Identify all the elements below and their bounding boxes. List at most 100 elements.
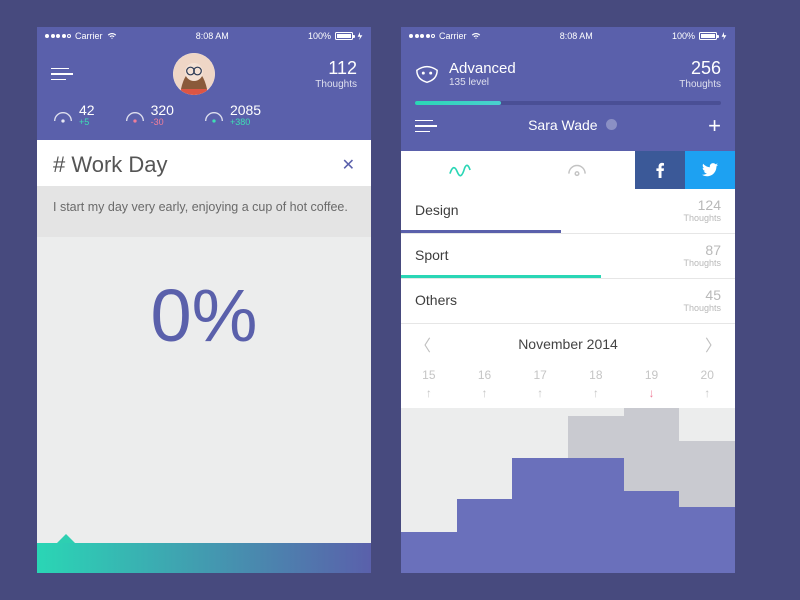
battery-pct: 100%: [308, 31, 331, 41]
day-number: 15: [422, 368, 435, 382]
category-name: Others: [415, 292, 457, 308]
avatar[interactable]: [173, 53, 215, 95]
stats-row: 42+5 320-30 2085+380: [51, 97, 357, 130]
add-button[interactable]: +: [708, 113, 721, 139]
clock: 8:08 AM: [560, 31, 593, 41]
charging-icon: [721, 32, 727, 40]
category-count: 124Thoughts: [683, 197, 721, 223]
thoughts-counter: 256 Thoughts: [679, 58, 721, 90]
thoughts-label: Thoughts: [315, 79, 357, 90]
arrow-up-icon: ↑: [512, 386, 568, 400]
day-number: 19: [645, 368, 658, 382]
battery-icon: [335, 32, 353, 40]
thoughts-counter: 112 Thoughts: [315, 58, 357, 90]
gauge-icon: [53, 106, 73, 126]
battery-pct: 100%: [672, 31, 695, 41]
chart-column: [512, 408, 568, 573]
day-number: 20: [701, 368, 714, 382]
category-bar: [401, 275, 601, 278]
tab-activity[interactable]: [401, 151, 518, 189]
signal-dots-icon: [45, 34, 71, 38]
category-name: Design: [415, 202, 459, 218]
share-twitter[interactable]: [685, 151, 735, 189]
day-cell[interactable]: 16 ↑: [457, 368, 513, 400]
thoughts-label: Thoughts: [679, 79, 721, 90]
chart-column: [679, 408, 735, 573]
wifi-icon: [107, 32, 117, 40]
stat-delta: +5: [79, 118, 95, 128]
tab-profile[interactable]: [518, 151, 635, 189]
month-nav: 〈 November 2014 〉: [401, 324, 735, 364]
screen-post: Carrier 8:08 AM 100% 112 Thoughts 42+5: [37, 27, 371, 573]
share-facebook[interactable]: [635, 151, 685, 189]
gauge-icon: [125, 106, 145, 126]
stat-1[interactable]: 42+5: [53, 103, 95, 128]
chart-column: [401, 408, 457, 573]
day-cell[interactable]: 17 ↑: [512, 368, 568, 400]
stat-value: 2085: [230, 103, 261, 118]
day-number: 17: [534, 368, 547, 382]
progress-marker-icon: [57, 534, 75, 543]
chart-seg-purple: [568, 458, 624, 574]
chart-seg-grey: [624, 408, 680, 491]
tab-strip: [401, 151, 735, 189]
chart-column: [568, 408, 624, 573]
stat-delta: -30: [151, 118, 174, 128]
category-bar: [401, 230, 561, 233]
next-month[interactable]: 〉: [705, 332, 721, 356]
chart-seg-purple: [679, 507, 735, 573]
category-count: 45Thoughts: [683, 287, 721, 313]
day-cell[interactable]: 18↑: [568, 368, 624, 400]
status-bar: Carrier 8:08 AM 100%: [37, 27, 371, 45]
signal-dots-icon: [409, 34, 435, 38]
charging-icon: [357, 32, 363, 40]
chart-column: [457, 408, 513, 573]
month-label: November 2014: [518, 336, 618, 352]
arrow-up-icon: ↑: [568, 386, 624, 400]
day-strip: 15↑16↑17↑18↑19↓20↑: [401, 364, 735, 408]
user-name: Sara Wade: [528, 117, 598, 133]
category-row[interactable]: Sport 87Thoughts: [401, 234, 735, 279]
mask-icon: [415, 64, 439, 84]
day-cell[interactable]: 19↓: [624, 368, 680, 400]
progress-bar[interactable]: [37, 543, 371, 573]
stat-delta: +380: [230, 118, 261, 128]
arrow-up-icon: ↑: [457, 386, 513, 400]
day-cell[interactable]: 15 ↑: [401, 368, 457, 400]
chart-seg-purple: [457, 499, 513, 573]
close-icon[interactable]: ✕: [342, 155, 355, 175]
profile-subnav: Sara Wade +: [415, 105, 721, 141]
arrow-up-icon: ↑: [679, 386, 735, 400]
facebook-icon: [652, 162, 668, 178]
gauge-icon: [204, 106, 224, 126]
twitter-icon: [702, 162, 718, 178]
header: Advanced 135 level 256 Thoughts Sara Wad…: [401, 45, 735, 151]
day-number: 16: [478, 368, 491, 382]
day-cell[interactable]: 20 ↑: [679, 368, 735, 400]
menu-icon[interactable]: [415, 116, 437, 137]
chart-seg-purple: [624, 491, 680, 574]
category-row[interactable]: Design 124Thoughts: [401, 189, 735, 234]
thoughts-count: 112: [315, 58, 357, 79]
level-block[interactable]: Advanced 135 level: [415, 60, 516, 88]
chart-column: [624, 408, 680, 573]
activity-chart: [401, 408, 735, 573]
header: 112 Thoughts 42+5 320-30 2085+380: [37, 45, 371, 140]
stat-2[interactable]: 320-30: [125, 103, 174, 128]
menu-icon[interactable]: [51, 64, 73, 85]
category-row[interactable]: Others 45Thoughts: [401, 279, 735, 324]
level-sub: 135 level: [449, 77, 516, 88]
wifi-icon: [471, 32, 481, 40]
prev-month[interactable]: 〈: [415, 332, 431, 356]
category-count: 87Thoughts: [683, 242, 721, 268]
progress-percent: 0%: [151, 273, 258, 358]
chart-seg-purple: [401, 532, 457, 573]
arrow-up-icon: ↑: [401, 386, 457, 400]
thoughts-count: 256: [679, 58, 721, 79]
stat-3[interactable]: 2085+380: [204, 103, 261, 128]
user-name-row[interactable]: Sara Wade: [528, 117, 617, 135]
stat-value: 320: [151, 103, 174, 118]
chart-seg-grey: [679, 441, 735, 507]
verified-badge-icon: [606, 119, 617, 130]
progress-readout: 0%: [37, 237, 371, 573]
